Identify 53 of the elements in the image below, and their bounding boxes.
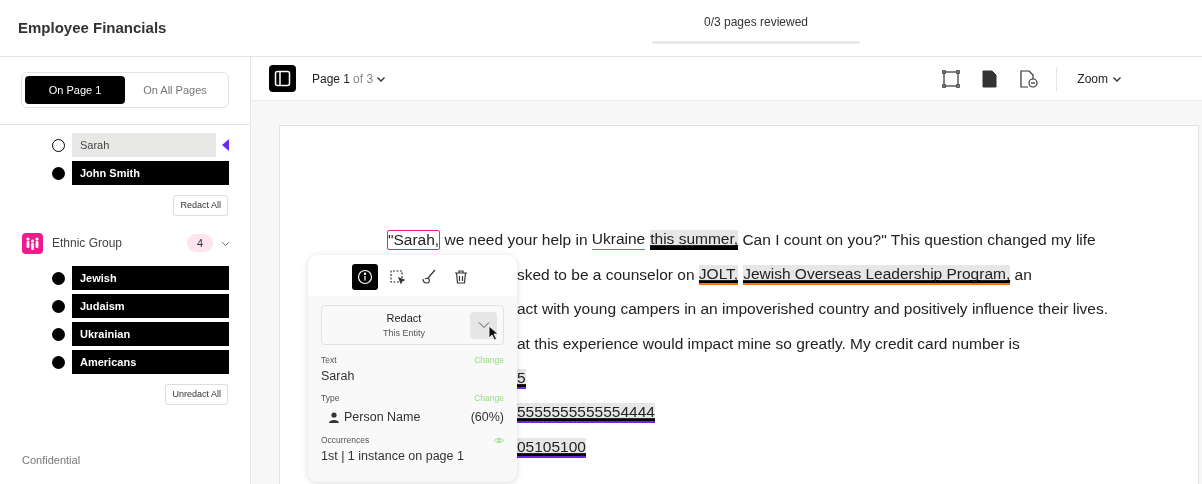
scope-tab[interactable]: On All Pages (125, 76, 225, 104)
entity-item[interactable]: Americans (72, 350, 229, 374)
detected-entity[interactable]: "Sarah, (387, 230, 441, 250)
person-icon (329, 411, 339, 423)
entity-item[interactable]: Sarah (72, 133, 216, 157)
bulk-action-button[interactable]: Unredact All (165, 384, 228, 405)
zoom-dropdown[interactable]: Zoom (1077, 69, 1122, 88)
chevron-down-icon (477, 321, 490, 329)
redaction-toggle[interactable] (52, 327, 65, 341)
redact-button[interactable]: Redact This Entity (321, 305, 504, 345)
document-text: an (1013, 264, 1032, 285)
entity-item[interactable]: Ukrainian (72, 322, 229, 346)
group-icon (22, 232, 43, 254)
area-select-icon[interactable] (942, 69, 961, 88)
confidence-score: (60%) (470, 408, 504, 426)
redaction-toggle[interactable] (52, 299, 65, 313)
detected-entity[interactable]: 05105100 (517, 438, 586, 459)
document-text: sked to be a counselor on (517, 264, 696, 285)
info-icon[interactable] (351, 263, 378, 290)
entity-item[interactable]: Judaism (72, 294, 229, 318)
field-value: Sarah (321, 368, 356, 385)
document-text: Can I count on you?" This question changed my life (741, 230, 1096, 250)
detected-entity[interactable]: this summer, (650, 230, 739, 250)
cursor-icon (488, 325, 499, 341)
count-badge: 4 (186, 234, 213, 252)
redaction-toggle[interactable] (52, 166, 65, 180)
footer-label: Confidential (22, 452, 82, 468)
detected-entity[interactable]: Jewish Overseas Leadership Program, (743, 264, 1011, 285)
document-remove-icon[interactable] (1020, 69, 1039, 88)
scope-tab[interactable]: On Page 1 (25, 76, 125, 104)
document-text: act with young campers in an impoverished country and positively influence their lives. (517, 299, 1109, 320)
field-label: Type (321, 391, 340, 405)
field-value: Person Name (344, 408, 421, 426)
bulk-action-button[interactable]: Redact All (173, 195, 228, 216)
field-label: Text (321, 353, 337, 367)
app-title: Employee Financials (18, 17, 167, 38)
page-selector[interactable]: Page 1 of 3 (312, 69, 387, 88)
redaction-toggle[interactable] (52, 355, 65, 369)
detected-entity[interactable]: Ukraine (591, 230, 646, 250)
document-text: at this experience would impact mine so greatly. My credit card number is (517, 334, 1020, 355)
redaction-toggle[interactable] (52, 271, 65, 285)
document-text: we need your help in (443, 230, 589, 250)
entity-item[interactable]: John Smith (72, 161, 229, 185)
document-icon[interactable] (982, 69, 998, 88)
field-label: Occurrences (321, 433, 370, 447)
sidebar-toggle-button[interactable] (269, 65, 296, 92)
detected-entity[interactable]: JOLT, (698, 264, 739, 285)
review-status: 0/3 pages reviewed (703, 14, 809, 31)
field-value: 1st | 1 instance on page 1 (321, 448, 465, 465)
entity-item[interactable]: Jewish (72, 266, 229, 290)
detected-entity[interactable]: 5555555555554444 (517, 403, 655, 424)
redaction-toggle[interactable] (52, 138, 65, 152)
group-title: Ethnic Group (52, 235, 123, 252)
